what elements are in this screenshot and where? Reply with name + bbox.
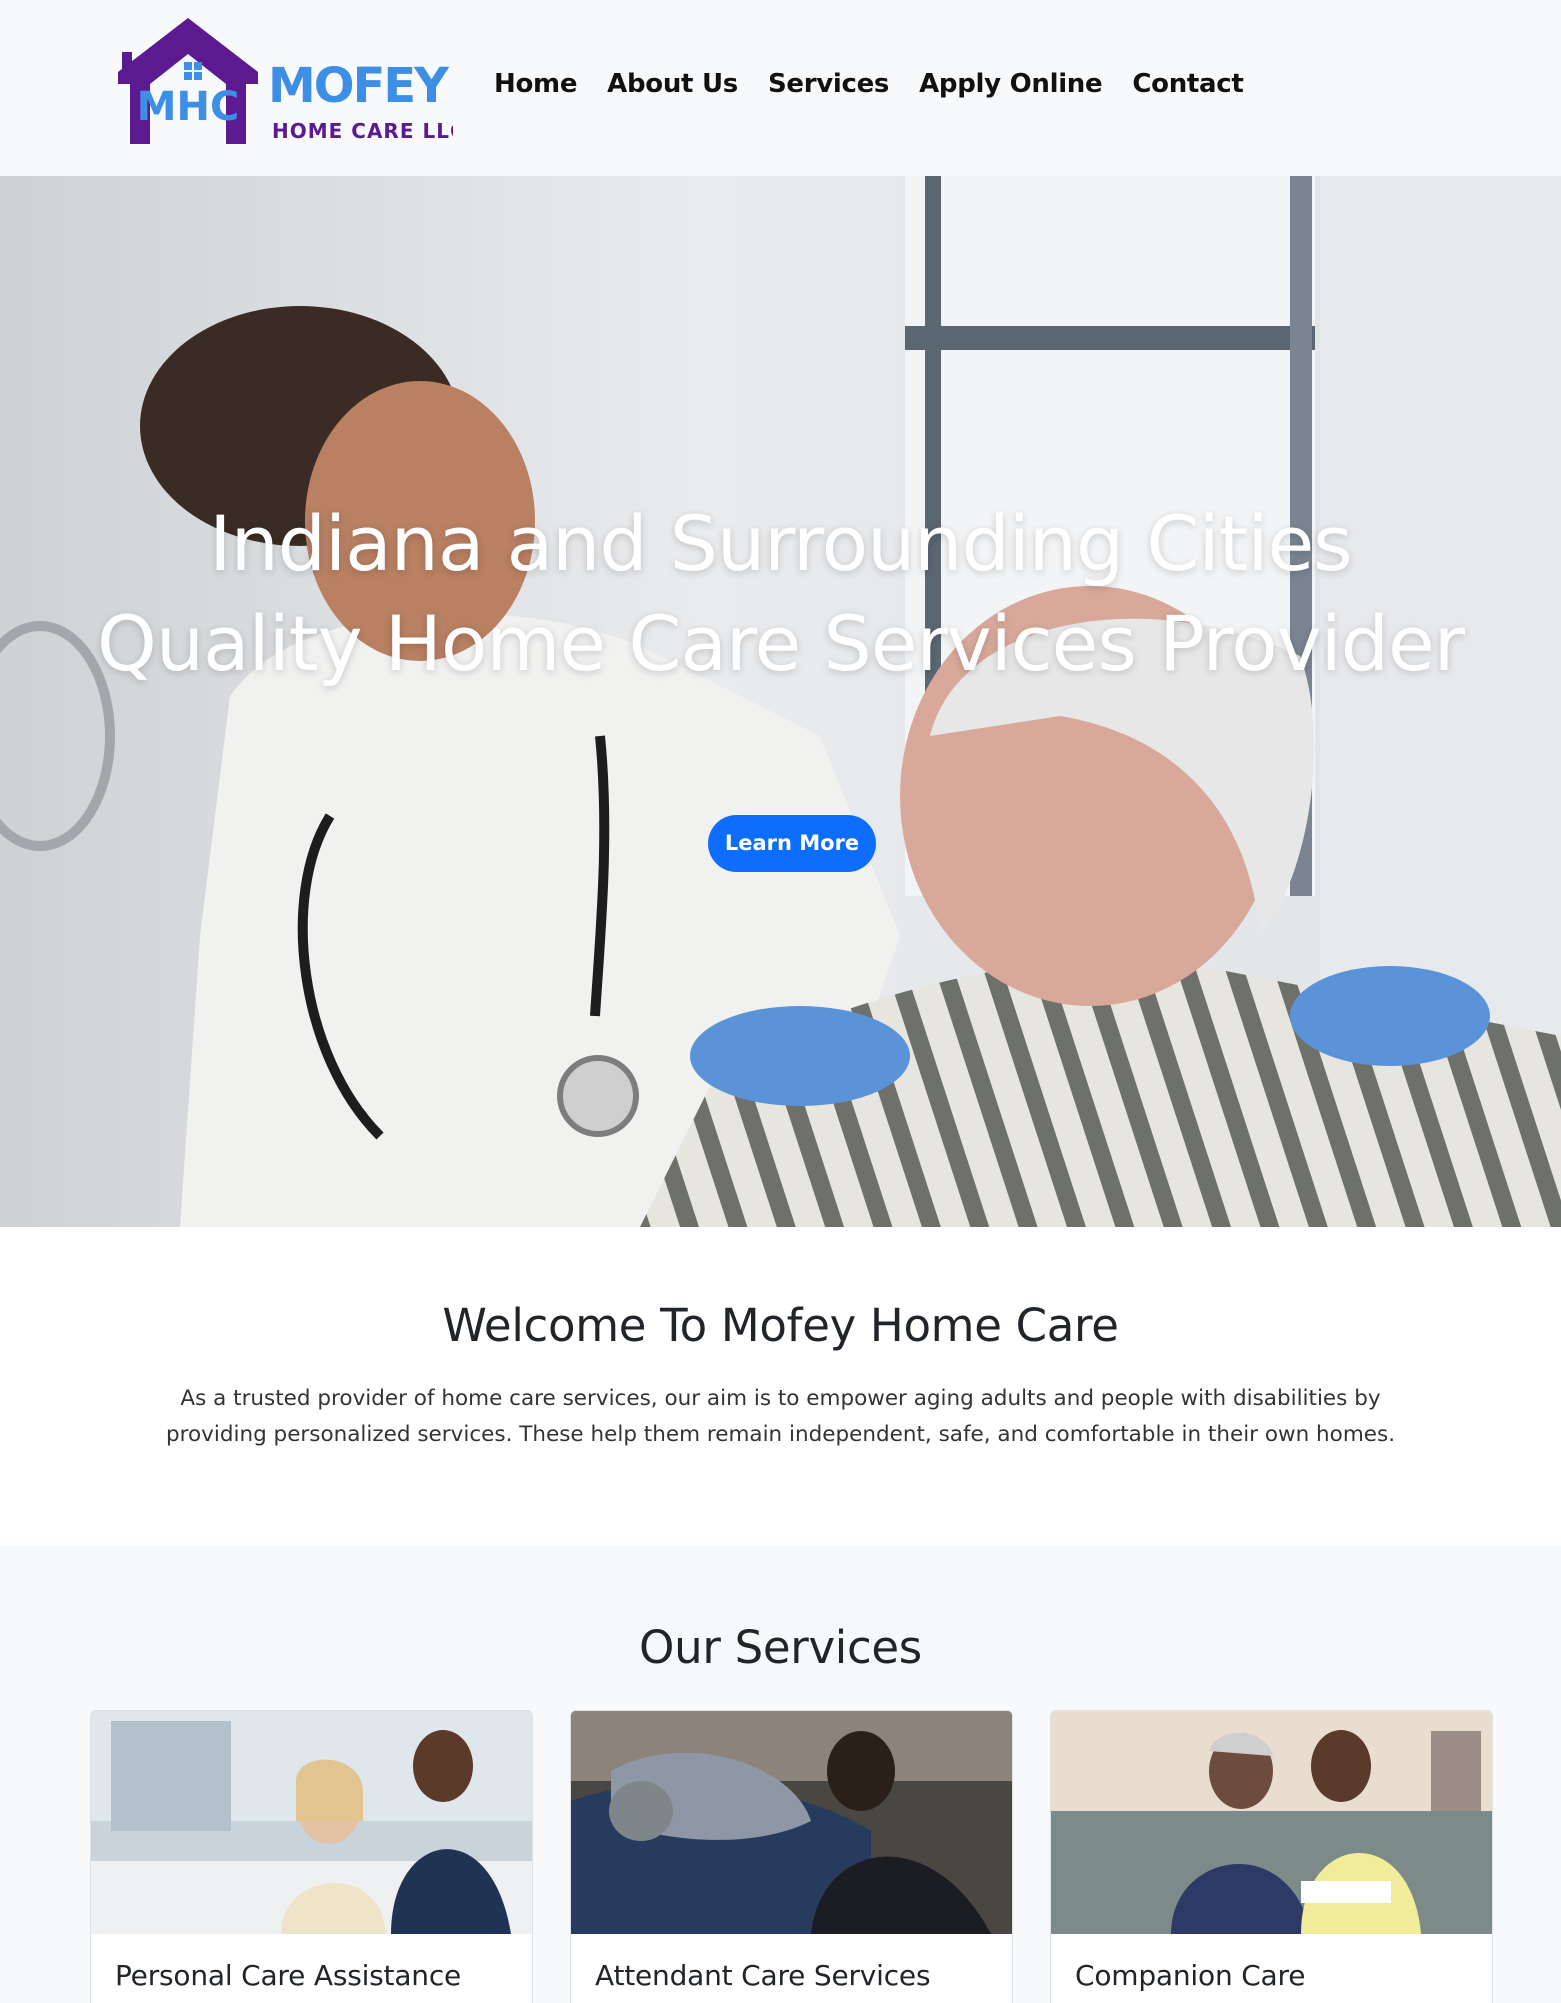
service-title-attendant-care: Attendant Care Services: [595, 1959, 931, 1992]
hero-banner: Indiana and Surrounding Cities Quality H…: [0, 176, 1561, 1227]
welcome-heading: Welcome To Mofey Home Care: [442, 1299, 1119, 1352]
logo-graphic: MHC MOFEY HOME CARE LLC: [118, 18, 453, 144]
service-title-personal-care: Personal Care Assistance: [115, 1959, 462, 1992]
nav-services[interactable]: Services: [768, 62, 889, 106]
main-nav: Home About Us Services Apply Online Cont…: [494, 62, 1244, 106]
nav-apply-online[interactable]: Apply Online: [919, 62, 1103, 106]
welcome-text: As a trusted provider of home care servi…: [165, 1386, 1396, 1447]
svg-text:HOME CARE LLC: HOME CARE LLC: [272, 119, 453, 143]
service-photo-companion-care: [1051, 1711, 1492, 1934]
service-title-companion-care: Companion Care: [1075, 1959, 1306, 1992]
service-card-companion-care[interactable]: Companion Care: [1050, 1710, 1493, 2003]
hero-title-line-1: Indiana and Surrounding Cities: [209, 499, 1353, 588]
nav-about-us[interactable]: About Us: [607, 62, 738, 106]
hero-photo-caregiver-and-senior: [0, 176, 1561, 1227]
brand-logo[interactable]: MHC MOFEY HOME CARE LLC: [108, 14, 453, 150]
hero-title: Indiana and Surrounding Cities Quality H…: [0, 494, 1561, 694]
site-header: MHC MOFEY HOME CARE LLC Home About Us Se…: [0, 0, 1561, 176]
service-photo-attendant-care: [571, 1711, 1012, 1934]
services-heading: Our Services: [639, 1621, 922, 1674]
nav-contact[interactable]: Contact: [1132, 62, 1243, 106]
hero-title-line-2: Quality Home Care Services Provider: [97, 599, 1465, 688]
svg-text:MHC: MHC: [137, 84, 240, 130]
service-card-personal-care[interactable]: Personal Care Assistance: [90, 1710, 533, 2003]
service-card-attendant-care[interactable]: Attendant Care Services: [570, 1710, 1013, 2003]
services-section: Our Services Personal Care Assistance At…: [0, 1545, 1561, 2003]
svg-text:MOFEY: MOFEY: [268, 58, 450, 114]
welcome-section: Welcome To Mofey Home Care As a trusted …: [0, 1227, 1561, 1545]
learn-more-button[interactable]: Learn More: [708, 815, 876, 872]
service-photo-personal-care: [91, 1711, 532, 1934]
nav-home[interactable]: Home: [494, 62, 577, 106]
